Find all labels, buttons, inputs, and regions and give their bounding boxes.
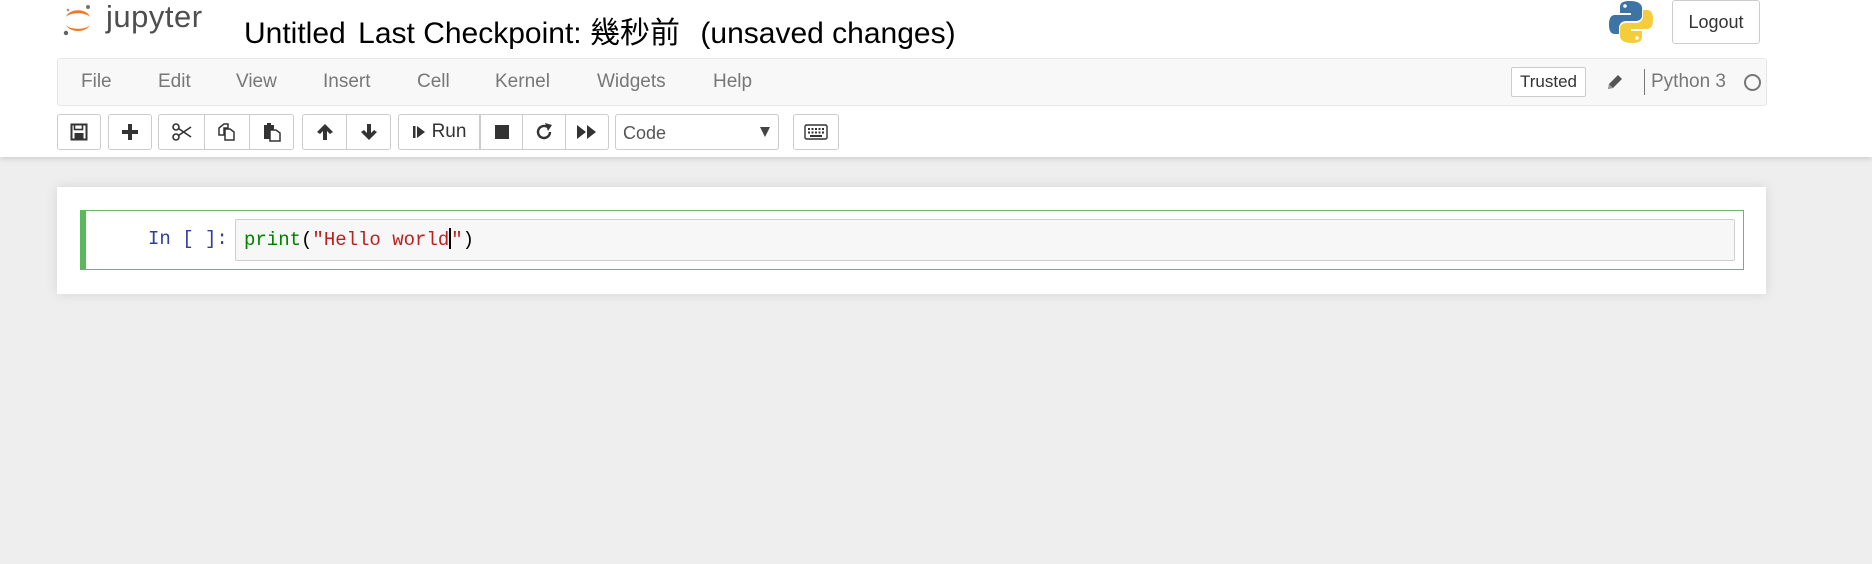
- command-palette-button[interactable]: [793, 114, 839, 150]
- save-button[interactable]: [57, 114, 101, 150]
- code-string-end: ": [451, 229, 463, 251]
- restart-run-all-button[interactable]: [565, 114, 609, 150]
- run-button[interactable]: Run: [398, 114, 480, 150]
- notebook-container: In [ ]: print("Hello world "): [57, 187, 1766, 294]
- code-keyword-print: print: [244, 229, 302, 251]
- notebook-title-row: Untitled Last Checkpoint: 幾秒前 (unsaved c…: [244, 8, 956, 52]
- code-cell-selected[interactable]: In [ ]: print("Hello world "): [80, 210, 1744, 270]
- paste-icon: [263, 123, 281, 142]
- paste-button[interactable]: [249, 114, 294, 150]
- copy-button[interactable]: [204, 114, 250, 150]
- menu-cell[interactable]: Cell: [417, 59, 450, 105]
- code-close-paren: ): [462, 229, 475, 251]
- move-cell-down-button[interactable]: [346, 114, 391, 150]
- menu-view[interactable]: View: [236, 59, 277, 105]
- fast-forward-icon: [577, 125, 596, 139]
- kernel-divider: [1644, 69, 1645, 95]
- logout-button[interactable]: Logout: [1672, 0, 1760, 44]
- code-open-paren: (: [301, 229, 313, 251]
- save-icon: [70, 123, 88, 141]
- refresh-icon: [536, 123, 552, 140]
- plus-icon: [122, 124, 138, 140]
- kernel-name[interactable]: Python 3: [1651, 59, 1726, 105]
- arrow-up-icon: [316, 124, 333, 140]
- logo-text: jupyter: [106, 0, 203, 34]
- cell-type-select[interactable]: Code: [615, 114, 779, 150]
- code-editor[interactable]: print("Hello world "): [235, 219, 1735, 261]
- keyboard-icon: [804, 124, 828, 140]
- trusted-indicator[interactable]: Trusted: [1511, 67, 1587, 97]
- last-checkpoint: Last Checkpoint: 幾秒前: [358, 17, 680, 50]
- copy-icon: [218, 123, 235, 141]
- jupyter-logo-icon: [63, 5, 90, 36]
- menu-insert[interactable]: Insert: [323, 59, 371, 105]
- kernel-idle-indicator-icon: [1744, 74, 1761, 91]
- scissors-icon: [171, 123, 191, 141]
- restart-kernel-button[interactable]: [522, 114, 566, 150]
- menu-widgets[interactable]: Widgets: [597, 59, 666, 105]
- cell-type-value: Code: [623, 123, 667, 143]
- menu-edit[interactable]: Edit: [158, 59, 191, 105]
- step-forward-icon: [412, 126, 425, 138]
- notebook-name[interactable]: Untitled: [244, 17, 346, 50]
- menu-file[interactable]: File: [81, 59, 112, 105]
- input-prompt: In [ ]:: [148, 228, 228, 250]
- menu-help[interactable]: Help: [713, 59, 752, 105]
- insert-cell-below-button[interactable]: [108, 114, 152, 150]
- menu-kernel[interactable]: Kernel: [495, 59, 550, 105]
- chevron-down-icon: [760, 127, 770, 137]
- code-string: "Hello world: [312, 229, 450, 251]
- header: jupyter Untitled Last Checkpoint: 幾秒前 (u…: [0, 0, 1872, 157]
- interrupt-kernel-button[interactable]: [480, 114, 523, 150]
- arrow-down-icon: [360, 124, 377, 140]
- move-cell-up-button[interactable]: [302, 114, 347, 150]
- autosave-status: (unsaved changes): [700, 17, 956, 50]
- edit-mode-pencil-icon: [1608, 75, 1622, 89]
- cut-button[interactable]: [158, 114, 205, 150]
- python-logo-icon: [1609, 1, 1653, 43]
- code-line: print("Hello world "): [244, 228, 474, 251]
- menubar: File Edit View Insert Cell Kernel Widget…: [57, 58, 1767, 106]
- run-label: Run: [431, 121, 467, 142]
- stop-icon: [494, 125, 509, 139]
